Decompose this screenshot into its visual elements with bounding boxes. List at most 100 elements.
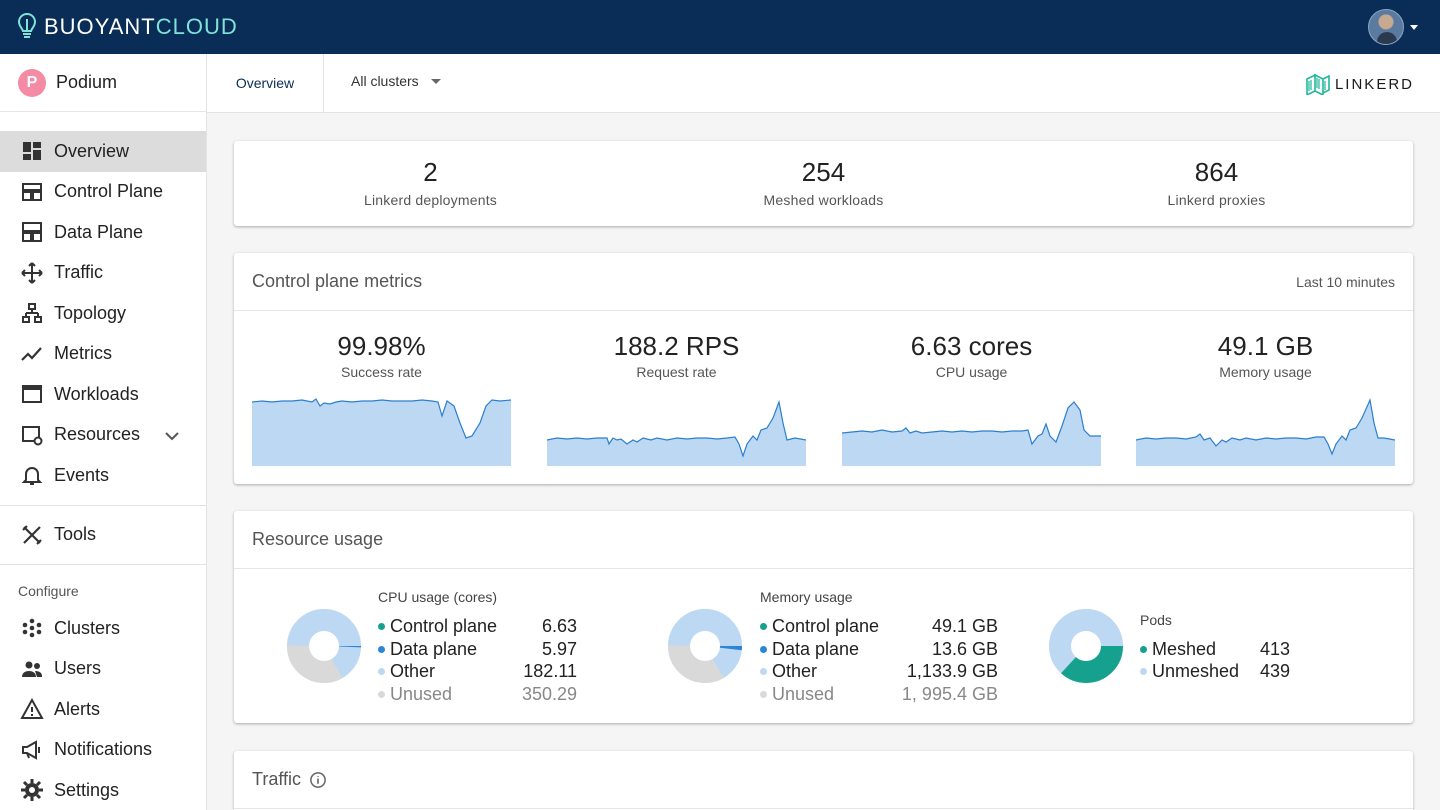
card-header: Control plane metrics Last 10 minutes (234, 253, 1413, 311)
sidebar-item-overview[interactable]: Overview (0, 131, 206, 172)
sidebar-item-label: Overview (54, 140, 130, 161)
cpu-usage-donut (287, 609, 361, 683)
legend-value: 439 (1259, 661, 1290, 681)
legend-label: Unused (772, 684, 835, 704)
legend-dot (1140, 668, 1147, 675)
metric-label: Memory usage (1219, 364, 1312, 380)
legend-label: Other (390, 661, 436, 681)
chevron-down-icon (430, 78, 441, 84)
sidebar-item-notifications[interactable]: Notifications (0, 730, 206, 771)
legend-label: Other (772, 661, 818, 681)
topology-icon (22, 303, 42, 324)
users-icon (22, 661, 42, 677)
user-menu[interactable] (1368, 9, 1418, 45)
org-switcher[interactable]: P Podium (0, 54, 206, 112)
stat-value: 254 (801, 157, 846, 187)
cluster-select[interactable]: All clusters (351, 73, 441, 89)
legend-value: 13.6 GB (931, 639, 998, 659)
avatar[interactable] (1368, 9, 1404, 45)
legend-label: Unmeshed (1152, 661, 1240, 681)
sidebar-item-traffic[interactable]: Traffic (0, 253, 206, 294)
metric-memory-usage: 49.1 GB Memory usage (1136, 331, 1395, 380)
legend-dot (760, 691, 767, 698)
linkerd-logo: LINKERD (1305, 73, 1414, 95)
gear-icon (21, 779, 43, 802)
legend-value: 1,133.9 GB (906, 661, 998, 681)
tools-icon (22, 524, 42, 545)
cpu-usage-sparkline (842, 401, 1101, 466)
metric-value: 49.1 GB (1217, 331, 1314, 361)
card-title: Resource usage (252, 529, 384, 549)
buoyant-cloud-logo[interactable]: BUOYANTCLOUD (18, 13, 238, 41)
pods-title: Pods (1140, 612, 1172, 628)
info-icon[interactable] (309, 771, 327, 789)
metric-label: Request rate (636, 364, 717, 380)
sub-header: Overview All clusters LINKERD (207, 54, 1440, 113)
metrics-icon (21, 347, 42, 361)
metric-value: 99.98% (337, 331, 426, 361)
memory-legend-other: Other (760, 661, 817, 682)
legend-dot (1140, 646, 1147, 653)
sidebar-item-label: Metrics (54, 343, 112, 364)
sidebar-item-label: Topology (54, 302, 127, 323)
sidebar-item-label: Clusters (54, 617, 121, 638)
sidebar-item-resources[interactable]: Resources (0, 415, 206, 456)
clusters-icon (22, 618, 42, 638)
memory-legend-unused: Unused (760, 684, 834, 705)
sidebar-item-label: Users (54, 658, 102, 679)
sidebar-item-label: Data Plane (54, 221, 144, 242)
request-rate-sparkline (547, 399, 806, 466)
card-header: Traffic (234, 751, 1413, 809)
metric-label: CPU usage (935, 364, 1008, 380)
chevron-down-icon[interactable] (160, 424, 184, 448)
memory-usage-title: Memory usage (760, 589, 853, 605)
sidebar-item-settings[interactable]: Settings (0, 770, 206, 810)
pods-donut (1049, 609, 1123, 683)
sidebar-item-alerts[interactable]: Alerts (0, 689, 206, 730)
dashboard-icon (23, 142, 41, 161)
divider (0, 564, 206, 565)
legend-dot (760, 646, 767, 653)
sidebar-item-label: Traffic (54, 262, 104, 283)
resource-usage-card: Resource usage CPU usage (cores) Control… (234, 511, 1413, 723)
sidebar-item-users[interactable]: Users (0, 649, 206, 690)
legend-label: Unused (390, 684, 453, 704)
control-plane-metrics-card: Control plane metrics Last 10 minutes 99… (234, 253, 1413, 484)
sidebar-item-label: Resources (54, 424, 141, 445)
legend-value: 182.11 (523, 661, 577, 681)
time-range-label: Last 10 minutes (1296, 273, 1395, 290)
sidebar-item-metrics[interactable]: Metrics (0, 334, 206, 375)
divider (0, 504, 206, 506)
sidebar-nav: Overview Control Plane Data Plane Traffi… (0, 112, 206, 810)
metric-value: 6.63 cores (910, 331, 1033, 361)
control-plane-icon (22, 182, 42, 201)
data-plane-icon (22, 222, 42, 243)
stat-value: 864 (1194, 157, 1239, 187)
metric-request-rate: 188.2 RPS Request rate (547, 331, 806, 380)
brand-name: BUOYANTCLOUD (44, 14, 238, 39)
sidebar-item-tools[interactable]: Tools (0, 515, 206, 556)
sidebar-item-label: Events (54, 464, 110, 485)
legend-label: Data plane (772, 639, 860, 659)
sidebar-item-clusters[interactable]: Clusters (0, 608, 206, 649)
success-rate-sparkline (252, 398, 511, 466)
sidebar-item-workloads[interactable]: Workloads (0, 374, 206, 415)
stat-label: Linkerd deployments (364, 192, 497, 208)
memory-usage-sparkline (1136, 398, 1395, 466)
cpu-legend-data-plane: Data plane (378, 639, 477, 660)
legend-dot (760, 623, 767, 630)
linkerd-label: LINKERD (1334, 75, 1414, 93)
card-header: Resource usage (234, 511, 1413, 569)
sidebar-item-events[interactable]: Events (0, 455, 206, 496)
stat-label: Linkerd proxies (1167, 192, 1266, 208)
legend-label: Meshed (1152, 639, 1217, 659)
lightbulb-icon (18, 13, 36, 38)
sidebar-item-data-plane[interactable]: Data Plane (0, 212, 206, 253)
stat-label: Meshed workloads (763, 192, 884, 208)
sidebar-item-topology[interactable]: Topology (0, 293, 206, 334)
tab-overview[interactable]: Overview (207, 54, 324, 112)
card-title: Traffic (252, 769, 302, 789)
sidebar-item-control-plane[interactable]: Control Plane (0, 172, 206, 213)
sidebar-item-label: Workloads (54, 383, 139, 404)
stat-meshed-workloads: 254 Meshed workloads (627, 157, 1020, 208)
